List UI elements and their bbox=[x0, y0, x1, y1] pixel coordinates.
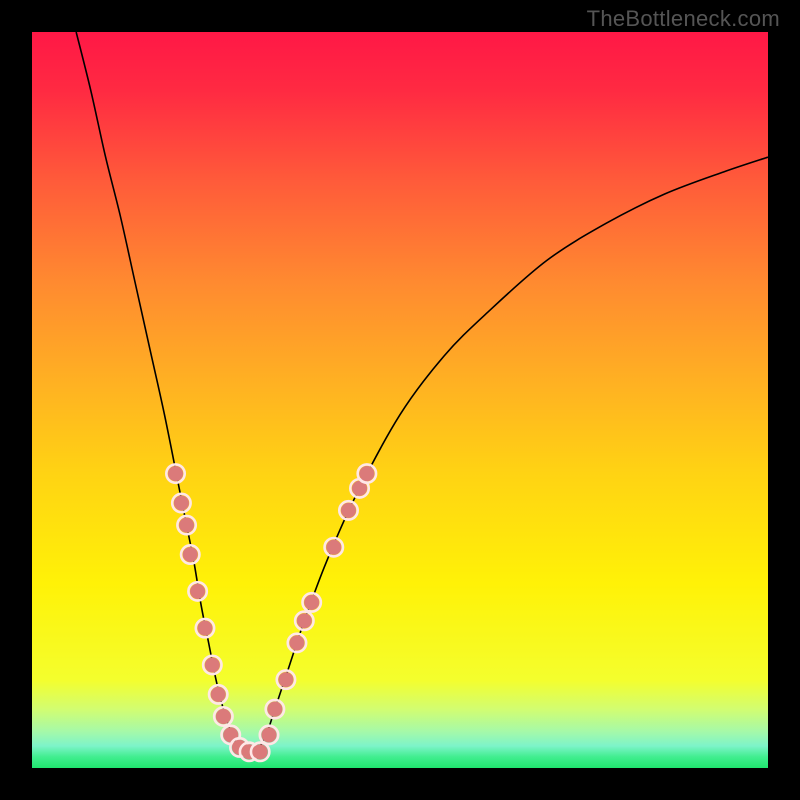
highlight-dot bbox=[205, 657, 220, 672]
highlight-dot bbox=[197, 621, 212, 636]
highlight-dot bbox=[168, 466, 183, 481]
highlight-dot bbox=[278, 672, 293, 687]
highlight-dot bbox=[267, 702, 282, 717]
highlight-dot bbox=[174, 495, 189, 510]
highlight-dot bbox=[341, 503, 356, 518]
highlight-dot bbox=[216, 709, 231, 724]
highlight-dot bbox=[261, 727, 276, 742]
chart-frame bbox=[32, 32, 768, 768]
highlight-dot bbox=[179, 518, 194, 533]
highlight-dot bbox=[211, 687, 226, 702]
highlight-dots-group bbox=[166, 464, 376, 761]
watermark-text: TheBottleneck.com bbox=[587, 6, 780, 32]
highlight-dot bbox=[253, 744, 268, 759]
highlight-dot bbox=[289, 635, 304, 650]
highlight-dot bbox=[183, 547, 198, 562]
highlight-dot bbox=[359, 466, 374, 481]
highlight-dot bbox=[326, 540, 341, 555]
chart-svg bbox=[32, 32, 768, 768]
highlight-dot bbox=[297, 613, 312, 628]
highlight-dot bbox=[304, 595, 319, 610]
highlight-dot bbox=[190, 584, 205, 599]
bottleneck-curve bbox=[76, 32, 768, 754]
